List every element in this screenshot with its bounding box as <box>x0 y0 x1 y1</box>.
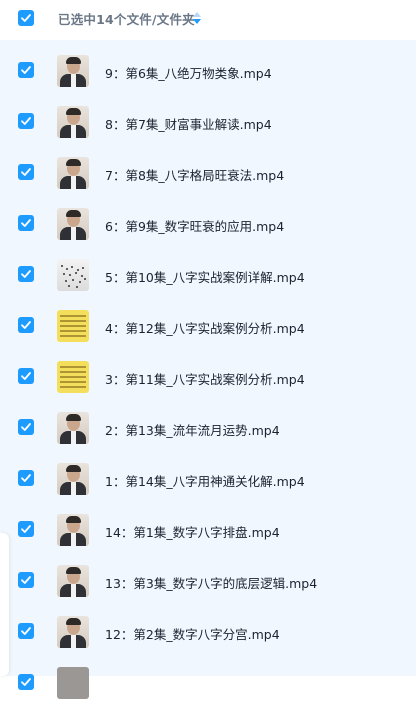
file-checkbox[interactable] <box>18 674 34 690</box>
file-name[interactable]: 4：第12集_八字实战案例分析.mp4 <box>105 318 305 337</box>
video-thumbnail <box>57 55 89 87</box>
check-icon <box>21 14 31 22</box>
check-icon <box>21 474 31 482</box>
sort-icon[interactable] <box>192 11 202 25</box>
file-list: 9：第6集_八绝万物类象.mp4 8：第7集_财富事业解读.mp4 7：第8集_八字… <box>0 40 416 699</box>
file-name[interactable]: 6：第9集_数字旺衰的应用.mp4 <box>105 216 284 235</box>
file-row[interactable]: 6：第9集_数字旺衰的应用.mp4 <box>0 196 416 247</box>
file-checkbox[interactable] <box>18 470 34 486</box>
file-name[interactable]: 3：第11集_八字实战案例分析.mp4 <box>105 369 305 388</box>
file-row[interactable] <box>0 655 416 706</box>
file-checkbox[interactable] <box>18 266 34 282</box>
selection-count-text: 已选中14个文件/文件夹 <box>58 12 195 27</box>
check-icon <box>21 678 31 686</box>
file-checkbox[interactable] <box>18 164 34 180</box>
file-row[interactable]: 13：第3集_数字八字的底层逻辑.mp4 <box>0 553 416 604</box>
file-checkbox[interactable] <box>18 521 34 537</box>
selection-header: 已选中14个文件/文件夹 <box>0 0 416 40</box>
select-all-checkbox[interactable] <box>18 10 34 26</box>
file-name[interactable]: 5：第10集_八字实战案例详解.mp4 <box>105 267 305 286</box>
check-icon <box>21 423 31 431</box>
check-icon <box>21 525 31 533</box>
file-row[interactable]: 12：第2集_数字八字分宫.mp4 <box>0 604 416 655</box>
video-thumbnail <box>57 514 89 546</box>
video-thumbnail <box>57 565 89 597</box>
check-icon <box>21 66 31 74</box>
video-thumbnail <box>57 463 89 495</box>
file-checkbox[interactable] <box>18 113 34 129</box>
check-icon <box>21 372 31 380</box>
video-thumbnail <box>57 361 89 393</box>
file-name[interactable]: 2：第13集_流年流月运势.mp4 <box>105 420 280 439</box>
check-icon <box>21 627 31 635</box>
video-thumbnail <box>57 106 89 138</box>
file-checkbox[interactable] <box>18 623 34 639</box>
file-row[interactable]: 5：第10集_八字实战案例详解.mp4 <box>0 247 416 298</box>
video-thumbnail <box>57 412 89 444</box>
file-checkbox[interactable] <box>18 419 34 435</box>
file-row[interactable]: 8：第7集_财富事业解读.mp4 <box>0 94 416 145</box>
file-name[interactable]: 12：第2集_数字八字分宫.mp4 <box>105 624 280 643</box>
file-name[interactable]: 1：第14集_八字用神通关化解.mp4 <box>105 471 305 490</box>
video-thumbnail <box>57 616 89 648</box>
file-row[interactable]: 14：第1集_数字八字排盘.mp4 <box>0 502 416 553</box>
file-checkbox[interactable] <box>18 572 34 588</box>
file-name[interactable]: 7：第8集_八字格局旺衰法.mp4 <box>105 165 284 184</box>
file-name[interactable]: 9：第6集_八绝万物类象.mp4 <box>105 63 272 82</box>
file-checkbox[interactable] <box>18 368 34 384</box>
file-row[interactable]: 4：第12集_八字实战案例分析.mp4 <box>0 298 416 349</box>
file-row[interactable]: 7：第8集_八字格局旺衰法.mp4 <box>0 145 416 196</box>
check-icon <box>21 576 31 584</box>
file-row[interactable]: 9：第6集_八绝万物类象.mp4 <box>0 43 416 94</box>
check-icon <box>21 117 31 125</box>
check-icon <box>21 219 31 227</box>
video-thumbnail <box>57 157 89 189</box>
check-icon <box>21 168 31 176</box>
file-row[interactable]: 1：第14集_八字用神通关化解.mp4 <box>0 451 416 502</box>
video-thumbnail <box>57 259 89 291</box>
file-name[interactable]: 13：第3集_数字八字的底层逻辑.mp4 <box>105 573 317 592</box>
side-panel-edge <box>0 533 9 676</box>
check-icon <box>21 321 31 329</box>
file-row[interactable]: 3：第11集_八字实战案例分析.mp4 <box>0 349 416 400</box>
video-thumbnail <box>57 310 89 342</box>
file-checkbox[interactable] <box>18 215 34 231</box>
file-checkbox[interactable] <box>18 62 34 78</box>
check-icon <box>21 270 31 278</box>
video-thumbnail <box>57 667 89 699</box>
file-name[interactable]: 14：第1集_数字八字排盘.mp4 <box>105 522 280 541</box>
video-thumbnail <box>57 208 89 240</box>
file-name[interactable]: 8：第7集_财富事业解读.mp4 <box>105 114 272 133</box>
file-checkbox[interactable] <box>18 317 34 333</box>
file-row[interactable]: 2：第13集_流年流月运势.mp4 <box>0 400 416 451</box>
